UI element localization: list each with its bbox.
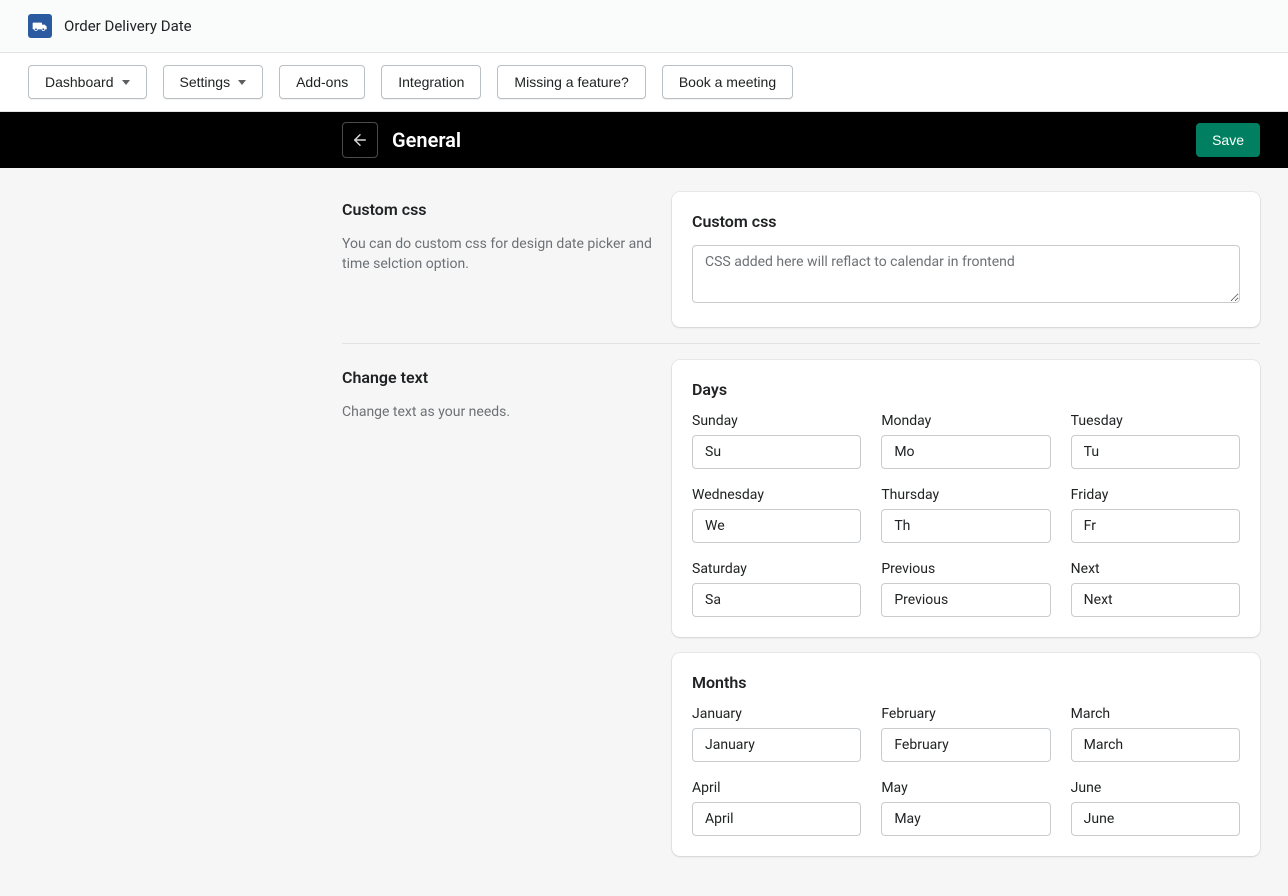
previous-label: Previous <box>881 561 1050 577</box>
app-bar: Order Delivery Date <box>0 0 1288 53</box>
march-label: March <box>1071 706 1240 722</box>
custom-css-card: Custom css <box>672 192 1260 327</box>
caret-down-icon <box>238 80 246 85</box>
days-card-title: Days <box>692 380 1240 399</box>
may-input[interactable] <box>881 802 1050 836</box>
tuesday-input[interactable] <box>1071 435 1240 469</box>
custom-css-card-title: Custom css <box>692 212 1240 231</box>
field-next: Next <box>1071 561 1240 617</box>
june-input[interactable] <box>1071 802 1240 836</box>
field-wednesday: Wednesday <box>692 487 861 543</box>
april-input[interactable] <box>692 802 861 836</box>
field-february: February <box>881 706 1050 762</box>
friday-label: Friday <box>1071 487 1240 503</box>
next-label: Next <box>1071 561 1240 577</box>
february-input[interactable] <box>881 728 1050 762</box>
custom-css-textarea[interactable] <box>692 245 1240 303</box>
field-january: January <box>692 706 861 762</box>
days-card: Days Sunday Monday Tuesday <box>672 360 1260 637</box>
field-sunday: Sunday <box>692 413 861 469</box>
arrow-left-icon <box>351 131 369 149</box>
custom-css-heading: Custom css <box>342 200 652 219</box>
february-label: February <box>881 706 1050 722</box>
january-input[interactable] <box>692 728 861 762</box>
app-logo-icon <box>28 14 52 38</box>
wednesday-label: Wednesday <box>692 487 861 503</box>
field-saturday: Saturday <box>692 561 861 617</box>
field-april: April <box>692 780 861 836</box>
field-monday: Monday <box>881 413 1050 469</box>
wednesday-input[interactable] <box>692 509 861 543</box>
field-may: May <box>881 780 1050 836</box>
caret-down-icon <box>122 80 130 85</box>
months-card-title: Months <box>692 673 1240 692</box>
may-label: May <box>881 780 1050 796</box>
addons-label: Add-ons <box>296 74 348 90</box>
settings-button[interactable]: Settings <box>163 65 264 99</box>
nav-row: Dashboard Settings Add-ons Integration M… <box>0 53 1288 112</box>
app-title: Order Delivery Date <box>64 17 192 35</box>
sub-header: General Save <box>0 112 1288 168</box>
saturday-input[interactable] <box>692 583 861 617</box>
dashboard-button[interactable]: Dashboard <box>28 65 147 99</box>
sunday-label: Sunday <box>692 413 861 429</box>
april-label: April <box>692 780 861 796</box>
field-june: June <box>1071 780 1240 836</box>
change-text-heading: Change text <box>342 368 652 387</box>
thursday-input[interactable] <box>881 509 1050 543</box>
page-title: General <box>392 128 461 152</box>
thursday-label: Thursday <box>881 487 1050 503</box>
missing-feature-label: Missing a feature? <box>514 74 628 90</box>
settings-label: Settings <box>180 74 231 90</box>
back-button[interactable] <box>342 122 378 158</box>
june-label: June <box>1071 780 1240 796</box>
monday-input[interactable] <box>881 435 1050 469</box>
next-input[interactable] <box>1071 583 1240 617</box>
saturday-label: Saturday <box>692 561 861 577</box>
field-previous: Previous <box>881 561 1050 617</box>
march-input[interactable] <box>1071 728 1240 762</box>
previous-input[interactable] <box>881 583 1050 617</box>
book-meeting-label: Book a meeting <box>679 74 776 90</box>
section-custom-css: Custom css You can do custom css for des… <box>342 192 1260 343</box>
content: Custom css You can do custom css for des… <box>12 168 1276 896</box>
field-thursday: Thursday <box>881 487 1050 543</box>
dashboard-label: Dashboard <box>45 74 114 90</box>
field-friday: Friday <box>1071 487 1240 543</box>
custom-css-desc: You can do custom css for design date pi… <box>342 235 652 274</box>
missing-feature-button[interactable]: Missing a feature? <box>497 65 645 99</box>
addons-button[interactable]: Add-ons <box>279 65 365 99</box>
field-march: March <box>1071 706 1240 762</box>
field-tuesday: Tuesday <box>1071 413 1240 469</box>
january-label: January <box>692 706 861 722</box>
friday-input[interactable] <box>1071 509 1240 543</box>
sunday-input[interactable] <box>692 435 861 469</box>
book-meeting-button[interactable]: Book a meeting <box>662 65 793 99</box>
monday-label: Monday <box>881 413 1050 429</box>
save-button[interactable]: Save <box>1196 123 1260 157</box>
integration-button[interactable]: Integration <box>381 65 481 99</box>
change-text-desc: Change text as your needs. <box>342 403 652 423</box>
tuesday-label: Tuesday <box>1071 413 1240 429</box>
months-card: Months January February March <box>672 653 1260 856</box>
section-change-text: Change text Change text as your needs. D… <box>342 343 1260 872</box>
integration-label: Integration <box>398 74 464 90</box>
